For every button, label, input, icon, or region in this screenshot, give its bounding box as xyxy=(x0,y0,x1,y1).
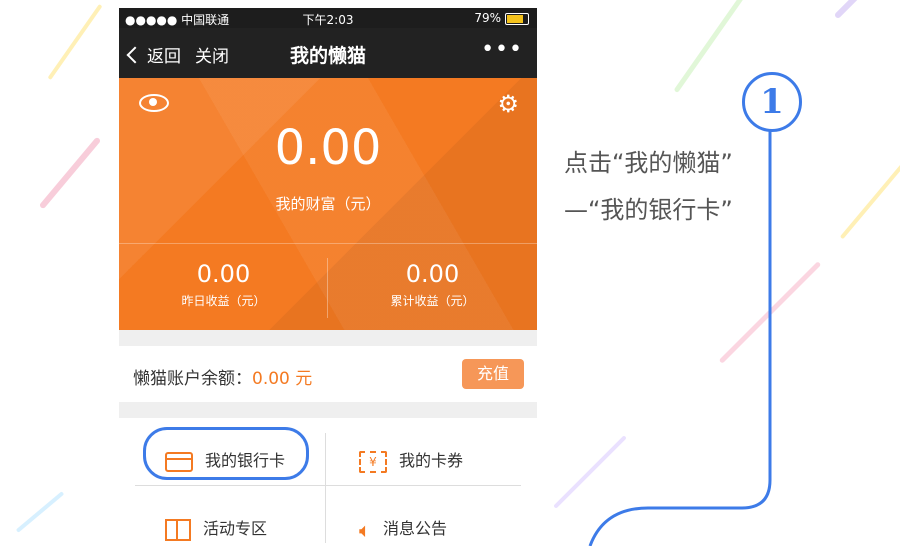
step-number-badge: 1 xyxy=(742,72,802,132)
hint-line-2: —“我的银行卡” xyxy=(564,196,733,224)
hint-line-1: 点击“我的懒猫” xyxy=(564,149,733,177)
